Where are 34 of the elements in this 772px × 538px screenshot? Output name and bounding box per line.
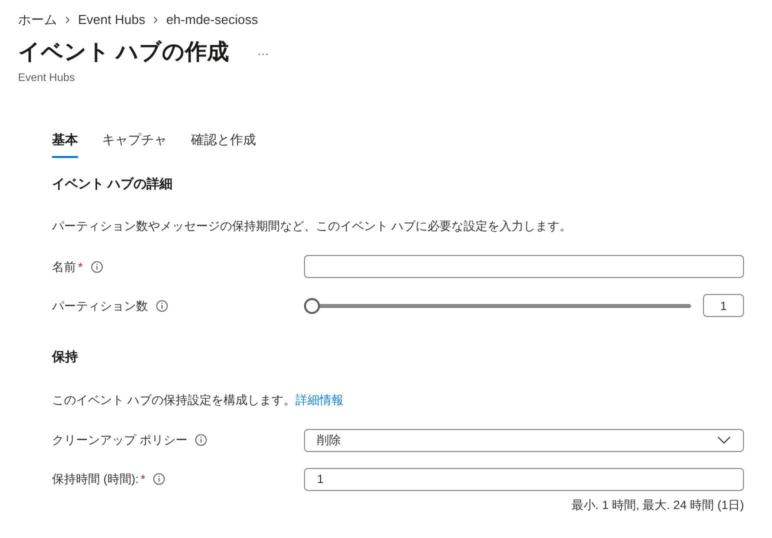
breadcrumb-link[interactable]: Event Hubs [78,10,146,30]
info-icon [195,434,208,446]
section-description: このイベント ハブの保持設定を構成します。詳細情報 [52,392,344,408]
tab[interactable]: キャプチャ [102,130,167,158]
learn-more-link[interactable]: 詳細情報 [295,392,344,406]
chevron-right-icon [65,16,70,24]
hint-text: 最小. 1 時間, 最大. 24 時間 (1日) [571,496,744,514]
chevron-right-icon [153,16,158,24]
section-heading: 保持 [52,348,79,366]
breadcrumb-link[interactable]: ホーム [18,10,57,30]
section-description: パーティション数やメッセージの保持期間など、このイベント ハブに必要な設定を入力します。 [52,218,572,235]
breadcrumb-link[interactable]: eh-mde-secioss [166,10,258,30]
field-label: 保持時間 (時間): [52,471,139,488]
field-label: 名前 [52,258,76,276]
slider-thumb[interactable] [304,298,320,314]
info-icon [90,260,103,272]
info-icon [156,300,168,312]
page-title: イベント ハブの作成 [18,38,230,66]
text-field[interactable]: 1 [304,468,744,490]
number-field[interactable]: 1 [703,294,744,317]
required-mark: * [78,258,83,276]
section-heading: イベント ハブの詳細 [52,174,174,192]
text-field[interactable] [304,255,744,278]
dropdown[interactable]: 削除 [304,428,744,452]
page-subtitle: Event Hubs [18,70,76,86]
slider[interactable] [304,298,691,314]
tab[interactable]: 基本 [52,130,78,158]
field-label: パーティション数 [52,298,148,314]
field-label: クリーンアップ ポリシー [52,432,188,449]
more-button[interactable]: … [257,42,270,60]
info-icon [153,473,166,485]
required-mark: * [140,471,146,488]
chevron-down-icon [717,436,731,444]
tab[interactable]: 確認と作成 [191,130,256,158]
